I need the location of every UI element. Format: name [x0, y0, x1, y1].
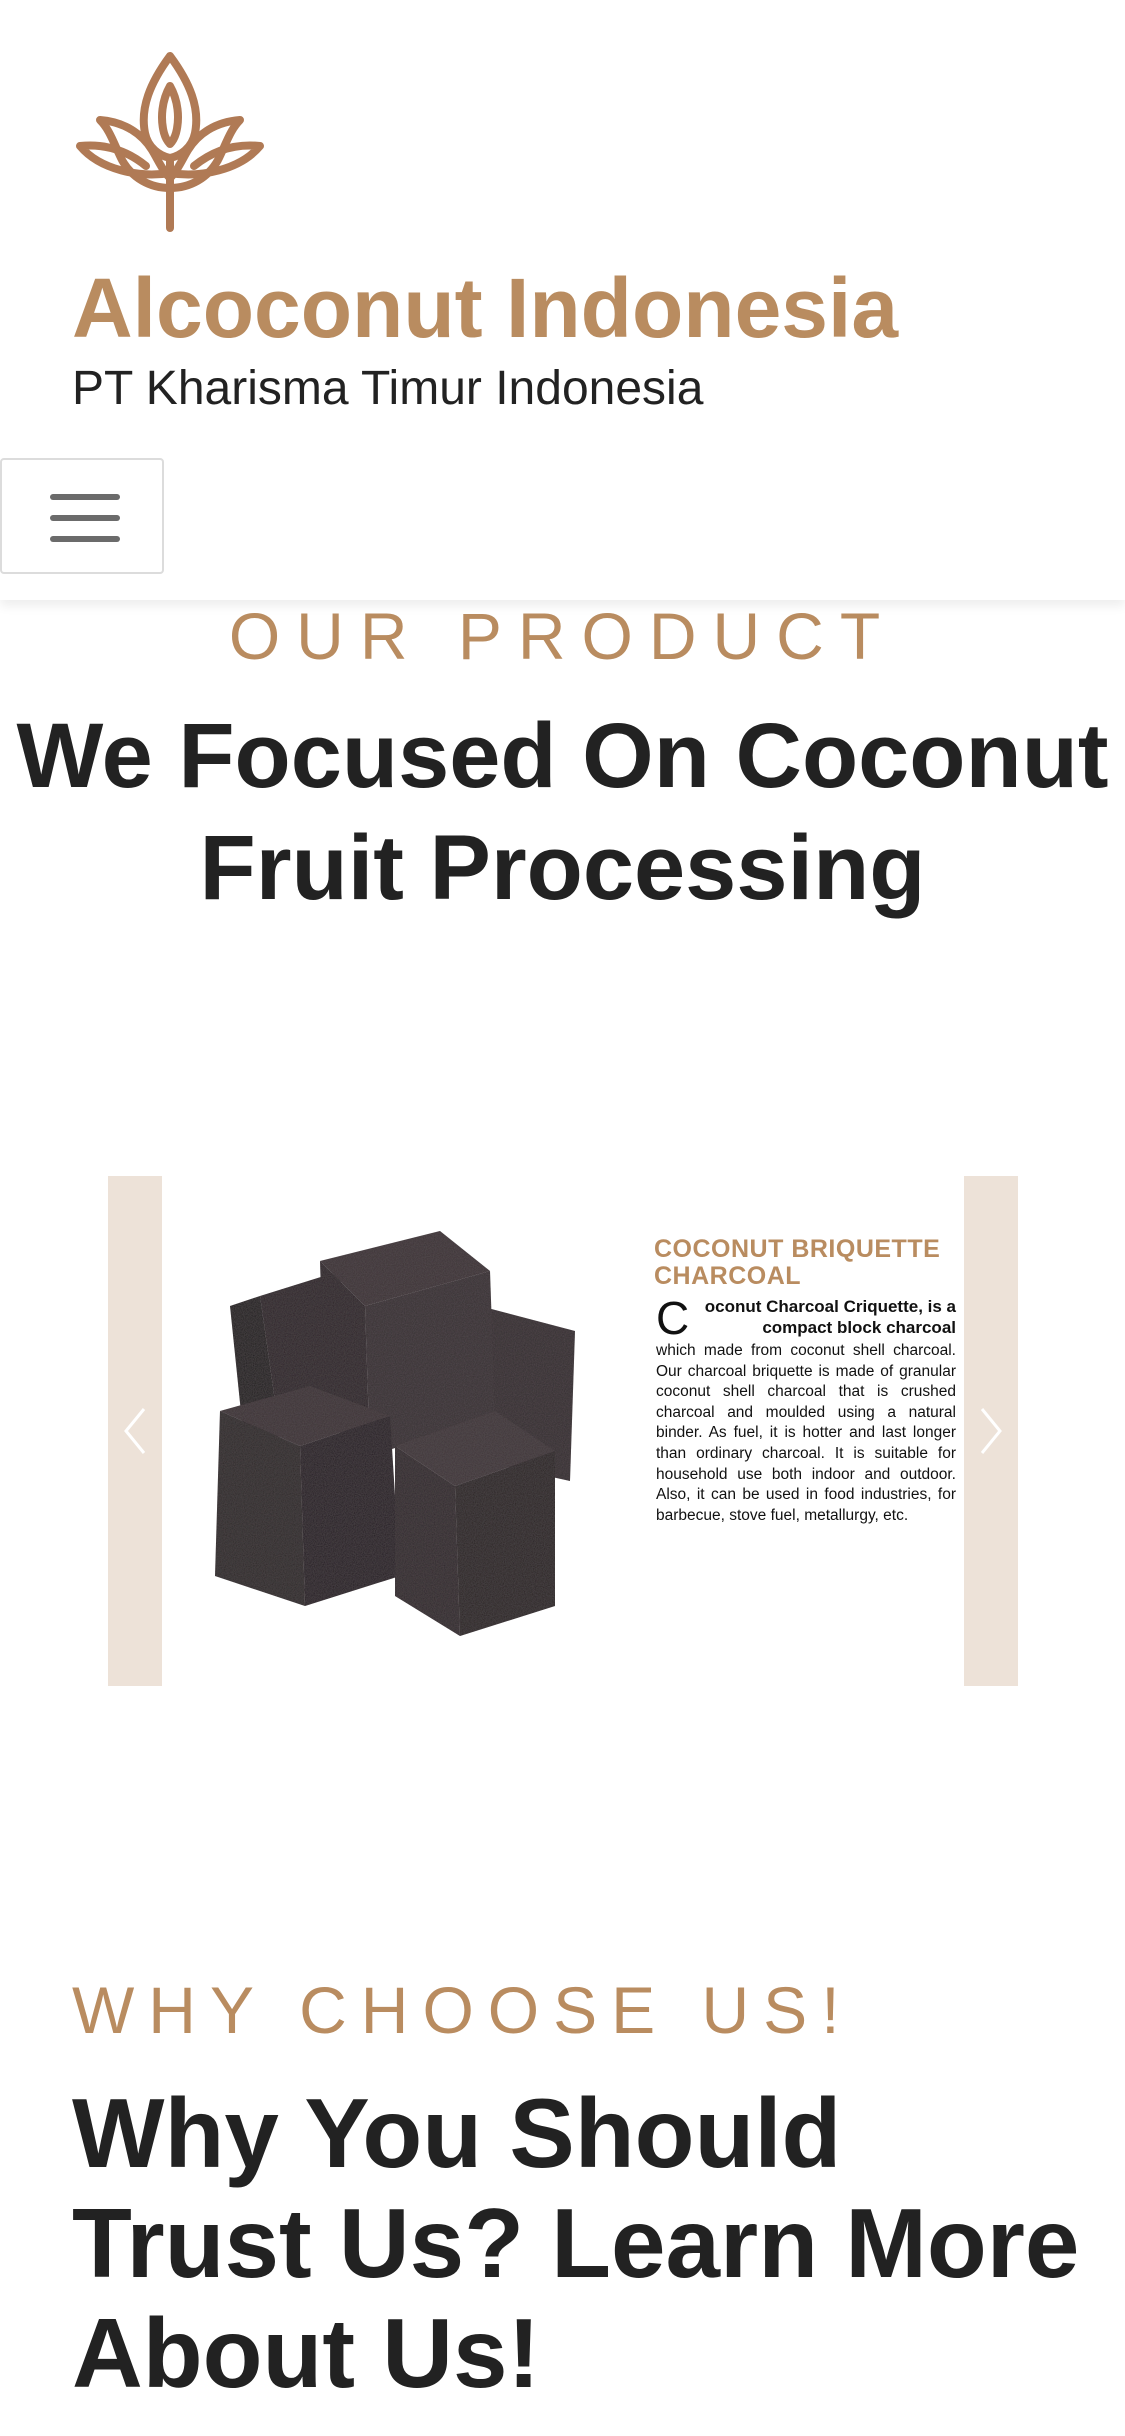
carousel-slide: COCONUT BRIQUETTE CHARCOAL Coconut Charc…: [162, 1176, 964, 1686]
why-eyebrow: WHY CHOOSE US!: [72, 1973, 854, 2047]
lotus-logo-icon[interactable]: [70, 38, 270, 233]
carousel-prev-button[interactable]: [108, 1176, 162, 1686]
carousel-next-button[interactable]: [964, 1176, 1018, 1686]
charcoal-briquettes-image: [215, 1231, 575, 1636]
brand-title[interactable]: Alcoconut Indonesia: [72, 262, 898, 355]
why-headline: Why You Should Trust Us? Learn More Abou…: [72, 2078, 1080, 2408]
product-carousel: COCONUT BRIQUETTE CHARCOAL Coconut Charc…: [108, 1176, 1018, 1686]
product-eyebrow: OUR PRODUCT: [228, 599, 897, 673]
product-headline: We Focused On Coconut Fruit Processing: [16, 705, 1109, 919]
product-description: which made from coconut shell charcoal. …: [656, 1342, 956, 1524]
site-header: Alcoconut Indonesia PT Kharisma Timur In…: [0, 0, 1125, 600]
product-lead: Coconut Charcoal Criquette, is a compact…: [656, 1292, 956, 1344]
product-title: COCONUT BRIQUETTE CHARCOAL: [654, 1235, 941, 1290]
chevron-right-icon: [980, 1408, 1002, 1454]
brand-subtitle: PT Kharisma Timur Indonesia: [72, 362, 704, 415]
product-dropcap: C: [656, 1292, 690, 1344]
product-lead-text: oconut Charcoal Criquette, is a compact …: [704, 1297, 956, 1337]
menu-toggle-button[interactable]: [0, 458, 164, 574]
chevron-left-icon: [124, 1408, 146, 1454]
